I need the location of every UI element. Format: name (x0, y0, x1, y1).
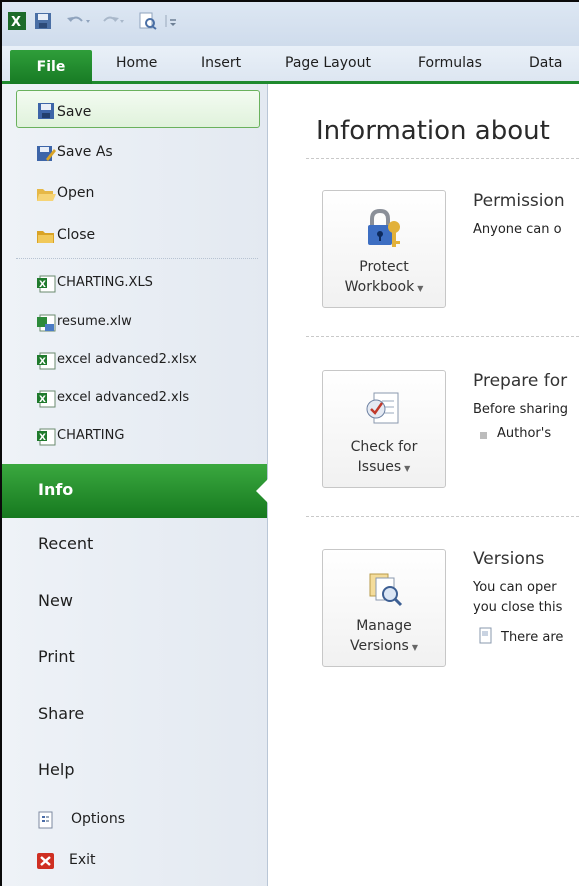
tab-formulas[interactable]: Formulas (418, 55, 482, 71)
svg-text:X: X (11, 15, 21, 30)
open-label: Open (57, 185, 95, 201)
ribbon-tab-bar: File Home Insert Page Layout Formulas Da… (2, 46, 579, 84)
exit-icon (37, 853, 54, 869)
excel-file-icon: X (37, 352, 56, 370)
menu-item-recent[interactable]: Recent (38, 534, 93, 553)
versions-heading: Versions (473, 549, 545, 569)
protect-workbook-button[interactable]: Protect Workbook ▼ (322, 190, 446, 308)
permissions-text: Anyone can o (473, 222, 562, 237)
undo-icon[interactable] (64, 12, 92, 30)
info-label: Info (38, 480, 74, 499)
protect-workbook-line2: Workbook ▼ (323, 277, 445, 299)
protect-workbook-label: Workbook (344, 279, 415, 295)
svg-text:X: X (39, 357, 46, 367)
excel-file-icon: X (37, 390, 56, 408)
selection-pointer (256, 479, 268, 503)
check-for-issues-line1: Check for (350, 439, 418, 455)
document-icon (479, 627, 492, 644)
recent-file-name: excel advanced2.xlsx (57, 352, 197, 367)
author-bullet-text: Author's (497, 426, 552, 441)
recent-file-name: excel advanced2.xls (57, 390, 190, 405)
close-folder-icon (37, 231, 54, 243)
save-label: Save (57, 104, 92, 120)
menu-divider (16, 258, 258, 259)
menu-item-new[interactable]: New (38, 591, 73, 610)
checklist-icon (366, 392, 399, 424)
manage-versions-line2: Versions ▼ (323, 636, 445, 658)
print-preview-icon[interactable] (138, 12, 158, 30)
versions-note: There are (501, 630, 564, 645)
backstage-menu: Save Save As Open Close X CHARTING.XLS r… (2, 84, 268, 886)
manage-versions-label: Versions (350, 638, 409, 654)
prepare-for-sharing-text: Before sharing (473, 402, 569, 417)
check-for-issues-line2: Issues ▼ (323, 457, 445, 479)
versions-icon (369, 573, 403, 607)
recent-file-name: CHARTING (57, 428, 125, 443)
menu-item-share[interactable]: Share (38, 704, 84, 723)
save-as-label: Save As (57, 144, 113, 160)
save-as-icon (37, 146, 56, 161)
save-icon (38, 103, 54, 119)
page-title: Information about (316, 116, 550, 146)
excel-logo-icon[interactable]: X (8, 12, 26, 30)
lock-key-icon (368, 208, 400, 247)
menu-item-info[interactable]: Info (2, 464, 268, 518)
dropdown-arrow-icon: ▼ (404, 464, 411, 473)
tab-data[interactable]: Data (529, 55, 562, 71)
open-folder-icon (37, 189, 56, 201)
menu-item-help[interactable]: Help (38, 760, 74, 779)
section-divider (306, 516, 579, 517)
quick-access-toolbar: X (2, 2, 579, 46)
prepare-for-sharing-heading: Prepare for (473, 371, 568, 391)
versions-text-line2: you close this (473, 600, 563, 615)
tab-insert[interactable]: Insert (201, 55, 241, 71)
customize-dropdown-icon[interactable] (164, 12, 178, 30)
excel-file-icon: X (37, 275, 56, 293)
recent-file-name: resume.xlw (57, 314, 132, 329)
options-icon (38, 811, 53, 829)
svg-text:X: X (39, 395, 46, 405)
manage-versions-button[interactable]: Manage Versions ▼ (322, 549, 446, 667)
save-icon[interactable] (34, 12, 52, 30)
tab-home[interactable]: Home (116, 55, 157, 71)
excel-workspace-icon (37, 314, 56, 332)
info-panel: Information about Protect Workbook ▼ Perm… (268, 84, 579, 886)
versions-text-line1: You can oper (473, 580, 557, 595)
dropdown-arrow-icon: ▼ (417, 284, 424, 293)
svg-text:X: X (39, 433, 46, 443)
tab-page-layout[interactable]: Page Layout (285, 55, 371, 71)
tab-file[interactable]: File (10, 50, 92, 84)
close-label: Close (57, 227, 96, 243)
title-divider (306, 158, 579, 159)
check-for-issues-label: Issues (357, 459, 402, 475)
protect-workbook-caption: Protect Workbook ▼ (323, 257, 445, 299)
protect-workbook-line1: Protect (359, 259, 409, 275)
svg-text:X: X (39, 280, 46, 290)
excel-file-icon: X (37, 428, 56, 446)
recent-file-name: CHARTING.XLS (57, 275, 153, 290)
bullet-icon (480, 426, 487, 446)
options-label: Options (71, 811, 126, 827)
check-for-issues-caption: Check for Issues ▼ (323, 437, 445, 479)
exit-label: Exit (69, 852, 96, 868)
permissions-heading: Permission (473, 191, 565, 211)
section-divider (306, 336, 579, 337)
redo-icon[interactable] (100, 12, 128, 30)
menu-item-print[interactable]: Print (38, 647, 75, 666)
check-for-issues-button[interactable]: Check for Issues ▼ (322, 370, 446, 488)
manage-versions-line1: Manage (356, 618, 412, 634)
dropdown-arrow-icon: ▼ (411, 643, 418, 652)
manage-versions-caption: Manage Versions ▼ (323, 616, 445, 658)
